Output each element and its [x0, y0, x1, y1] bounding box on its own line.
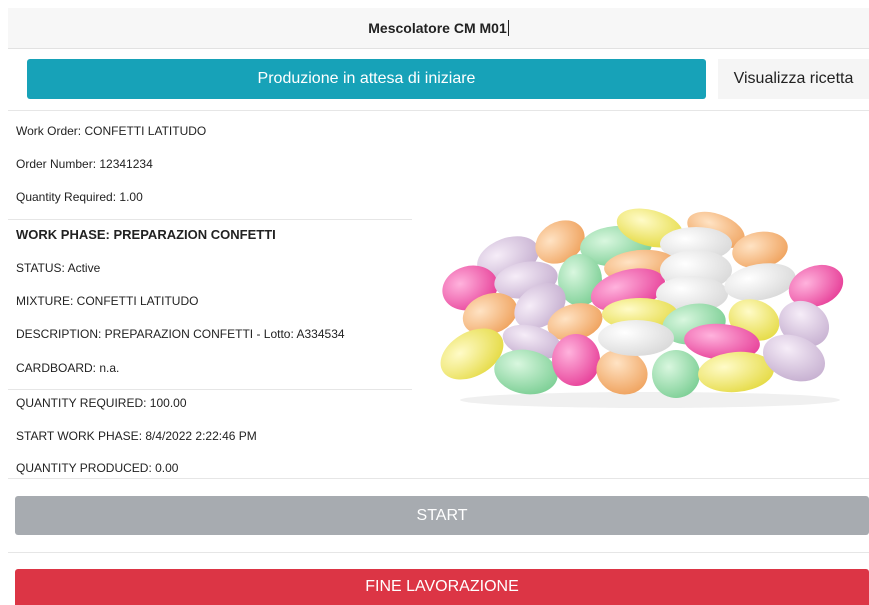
phase-quantity-required-text: QUANTITY REQUIRED: 100.00 — [16, 396, 187, 410]
divider — [8, 478, 869, 479]
divider — [8, 552, 869, 553]
phase-status-text: STATUS: Active — [16, 261, 101, 275]
start-work-phase-text: START WORK PHASE: 8/4/2022 2:22:46 PM — [16, 429, 257, 443]
text-cursor — [507, 20, 509, 36]
divider — [8, 110, 869, 111]
order-number-text: Order Number: 12341234 — [16, 157, 153, 171]
view-recipe-button[interactable]: Visualizza ricetta — [718, 59, 869, 99]
divider — [8, 389, 412, 390]
quantity-produced-text: QUANTITY PRODUCED: 0.00 — [16, 461, 179, 475]
mixture-text: MIXTURE: CONFETTI LATITUDO — [16, 294, 199, 308]
description-text: DESCRIPTION: PREPARAZION CONFETTI - Lott… — [16, 327, 345, 341]
work-order-text: Work Order: CONFETTI LATITUDO — [16, 124, 207, 138]
divider — [8, 219, 412, 220]
confetti-illustration — [440, 208, 844, 408]
production-status-button[interactable]: Produzione in attesa di iniziare — [27, 59, 706, 99]
quantity-required-text: Quantity Required: 1.00 — [16, 190, 143, 204]
confetti-image — [430, 200, 850, 410]
header-bar: Mescolatore CM M01 — [8, 8, 869, 49]
machine-title: Mescolatore CM M01 — [368, 20, 507, 36]
cardboard-text: CARDBOARD: n.a. — [16, 361, 120, 375]
end-processing-button[interactable]: FINE LAVORAZIONE — [15, 569, 869, 605]
start-button[interactable]: START — [15, 496, 869, 535]
work-phase-title: WORK PHASE: PREPARAZION CONFETTI — [16, 227, 276, 242]
